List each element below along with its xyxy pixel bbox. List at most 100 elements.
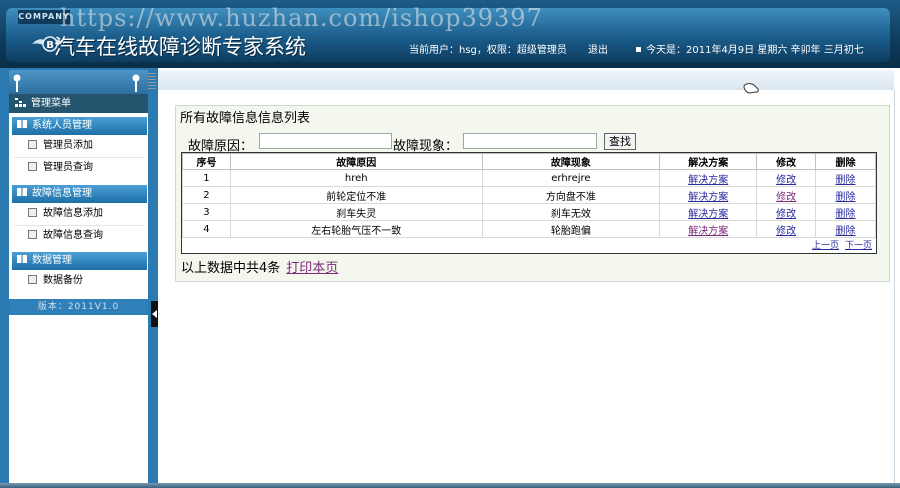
table-row: 4 左右轮胎气压不一致 轮胎跑偏 解决方案 修改 删除 [182, 220, 876, 238]
svg-text:B: B [46, 40, 54, 51]
date-text: 今天是：2011年4月9日 星期六 辛卯年 三月初七 [646, 45, 864, 56]
page-icon [28, 275, 37, 284]
cell-no: 3 [182, 203, 231, 221]
table-row: 1 hreh erhrejre 解决方案 修改 删除 [182, 169, 876, 187]
cell-edit: 修改 [756, 220, 817, 238]
table-row: 2 前轮定位不准 方向盘不准 解决方案 修改 删除 [182, 186, 876, 204]
folder-icon [17, 188, 27, 196]
solution-link[interactable]: 解决方案 [688, 209, 728, 220]
list-title: 所有故障信息信息列表 [180, 111, 311, 126]
delete-link[interactable]: 删除 [836, 226, 856, 237]
group-label: 系统人员管理 [32, 120, 92, 131]
table-row: 3 刹车失灵 刹车无效 解决方案 修改 删除 [182, 203, 876, 221]
sidebar-item-query-admin[interactable]: 管理员查询 [14, 158, 144, 178]
page-icon [28, 162, 37, 171]
page-icon [28, 140, 37, 149]
cell-edit: 修改 [756, 169, 817, 187]
delete-link[interactable]: 删除 [836, 209, 856, 220]
folder-icon [17, 255, 27, 263]
splitter-handle[interactable] [148, 73, 156, 89]
solution-link[interactable]: 解决方案 [688, 192, 728, 203]
current-user-info: 当前用户：hsg，权限：超级管理员 [409, 45, 567, 56]
page-icon [28, 230, 37, 239]
sidebar-group-fault[interactable]: 故障信息管理 [12, 185, 147, 203]
item-label: 管理员添加 [43, 140, 93, 151]
list-footer: 以上数据中共4条 打印本页 [181, 257, 338, 276]
grid-icon [15, 98, 26, 107]
pager: 上一页 下一页 [806, 238, 872, 251]
cell-no: 2 [182, 186, 231, 204]
col-header-no: 序号 [182, 153, 231, 170]
sidebar-item-backup[interactable]: 数据备份 [14, 271, 144, 291]
cell-no: 1 [182, 169, 231, 187]
menu-title: 管理菜单 [31, 98, 71, 109]
cell-solution: 解决方案 [659, 169, 758, 187]
edit-link[interactable]: 修改 [776, 209, 796, 220]
sidebar-item-query-fault[interactable]: 故障信息查询 [14, 226, 144, 246]
cell-delete: 删除 [815, 169, 876, 187]
sidebar-group-data[interactable]: 数据管理 [12, 252, 147, 270]
col-header-solution: 解决方案 [659, 153, 758, 170]
app-header: COMPANY B 汽车在线故障诊断专家系统 https://www.huzha… [0, 0, 900, 68]
sidebar-item-add-fault[interactable]: 故障信息添加 [14, 204, 144, 224]
cell-phenomenon: 方向盘不准 [481, 186, 661, 204]
cell-phenomenon: erhrejre [481, 169, 661, 187]
cell-delete: 删除 [815, 220, 876, 238]
pin-icon [13, 74, 21, 92]
cell-no: 4 [182, 220, 231, 238]
search-button[interactable]: 查找 [604, 133, 636, 150]
table-header-row: 序号 故障原因 故障现象 解决方案 修改 删除 [182, 153, 876, 170]
edit-link[interactable]: 修改 [776, 192, 796, 203]
cell-delete: 删除 [815, 186, 876, 204]
sidebar-item-add-admin[interactable]: 管理员添加 [14, 136, 144, 156]
cell-cause: 左右轮胎气压不一致 [229, 220, 483, 238]
col-header-phenomenon: 故障现象 [481, 153, 661, 170]
item-label: 管理员查询 [43, 162, 93, 173]
menu-header: 管理菜单 [9, 94, 148, 113]
item-label: 数据备份 [43, 275, 83, 286]
print-link[interactable]: 打印本页 [286, 261, 338, 276]
col-header-edit: 修改 [756, 153, 817, 170]
cell-phenomenon: 轮胎跑偏 [481, 220, 661, 238]
cell-cause: 前轮定位不准 [229, 186, 483, 204]
group-label: 故障信息管理 [32, 188, 92, 199]
cell-delete: 删除 [815, 203, 876, 221]
sidebar-collapse-toggle[interactable] [151, 301, 158, 327]
solution-link[interactable]: 解决方案 [688, 175, 728, 186]
fault-table-wrapper: 序号 故障原因 故障现象 解决方案 修改 删除 1 hreh erhrejre … [181, 152, 877, 254]
logout-link[interactable]: 退出 [588, 41, 608, 56]
watermark-text: https://www.huzhan.com/ishop39397 [60, 4, 543, 32]
item-label: 故障信息添加 [43, 208, 103, 219]
chevron-left-icon [152, 310, 157, 318]
solution-link[interactable]: 解决方案 [688, 226, 728, 237]
col-header-cause: 故障原因 [229, 153, 483, 170]
item-label: 故障信息查询 [43, 230, 103, 241]
cell-cause: hreh [229, 169, 483, 187]
delete-link[interactable]: 删除 [836, 192, 856, 203]
cell-solution: 解决方案 [659, 203, 758, 221]
edit-link[interactable]: 修改 [776, 175, 796, 186]
phenomenon-input[interactable] [463, 133, 597, 149]
cause-input[interactable] [259, 133, 392, 149]
edit-link[interactable]: 修改 [776, 226, 796, 237]
delete-link[interactable]: 删除 [836, 175, 856, 186]
cell-edit: 修改 [756, 203, 817, 221]
folder-icon [17, 120, 27, 128]
group-label: 数据管理 [32, 255, 72, 266]
sidebar-group-staff[interactable]: 系统人员管理 [12, 117, 147, 135]
cell-solution: 解决方案 [659, 186, 758, 204]
cell-edit: 修改 [756, 186, 817, 204]
date-display: 今天是：2011年4月9日 星期六 辛卯年 三月初七 [636, 41, 864, 56]
sidebar-top-bar [9, 70, 148, 94]
prev-page-link[interactable]: 上一页 [812, 241, 839, 251]
hand-cursor-icon [743, 83, 759, 94]
bottom-bar [0, 483, 900, 488]
next-page-link[interactable]: 下一页 [845, 241, 872, 251]
cell-cause: 刹车失灵 [229, 203, 483, 221]
record-count: 以上数据中共4条 [181, 261, 281, 276]
page-title: 汽车在线故障诊断专家系统 [54, 35, 306, 59]
cell-solution: 解决方案 [659, 220, 758, 238]
cell-phenomenon: 刹车无效 [481, 203, 661, 221]
bullet-icon [636, 47, 641, 52]
col-header-delete: 删除 [815, 153, 876, 170]
